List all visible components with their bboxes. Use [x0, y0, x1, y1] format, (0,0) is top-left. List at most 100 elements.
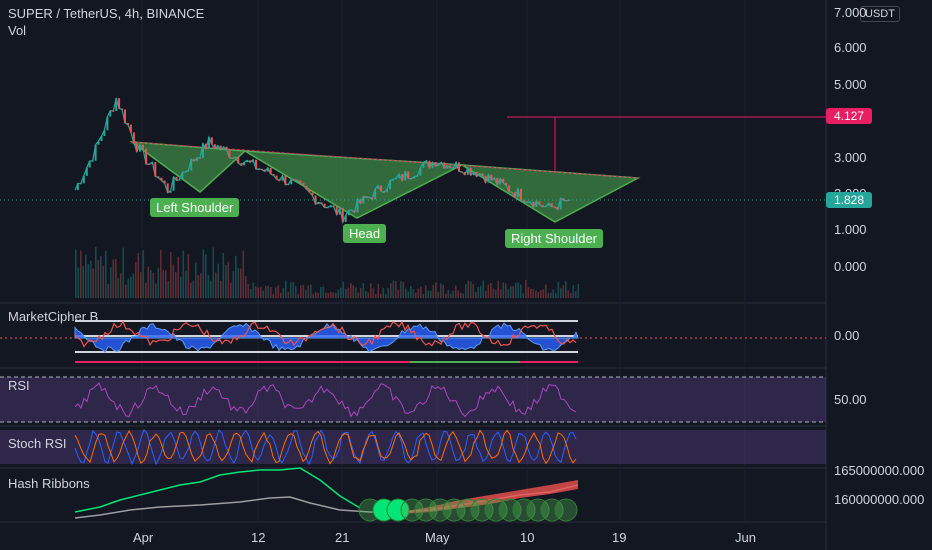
- volume-bar: [462, 293, 465, 298]
- volume-bar: [375, 294, 377, 298]
- volume-bar: [295, 286, 297, 298]
- candle: [502, 178, 505, 183]
- volume-bar: [232, 270, 235, 298]
- candle: [529, 202, 532, 203]
- volume-bar: [445, 293, 447, 298]
- volume-bar: [437, 292, 440, 298]
- candle: [449, 165, 452, 168]
- volume-bar: [322, 286, 325, 298]
- volume-bar: [267, 285, 270, 298]
- candle: [190, 159, 193, 171]
- volume-bar: [227, 261, 230, 298]
- volume-bar: [117, 278, 120, 298]
- volume-bar: [520, 284, 522, 298]
- candle: [257, 169, 260, 170]
- x-tick: 12: [251, 530, 266, 545]
- volume-bar: [77, 267, 80, 298]
- volume-bar: [537, 291, 540, 298]
- volume-bars: [75, 247, 580, 298]
- candle: [129, 124, 132, 133]
- head-label: Head: [343, 224, 387, 243]
- volume-bar: [240, 268, 242, 298]
- marketcipher-axis: 0.00: [834, 328, 860, 343]
- volume-bar: [245, 276, 247, 298]
- volume-bar: [357, 292, 360, 298]
- candle: [472, 172, 475, 176]
- hash-axis-bottom: 160000000.000: [834, 492, 925, 507]
- candle: [413, 176, 416, 179]
- candle: [368, 197, 371, 199]
- candle: [272, 174, 275, 176]
- volume-bar: [75, 249, 77, 298]
- candle: [160, 177, 163, 181]
- candle: [437, 164, 440, 167]
- candle: [154, 162, 157, 177]
- volume-bar: [402, 281, 405, 298]
- right-shoulder-label: Right Shoulder: [505, 229, 603, 248]
- candle: [428, 160, 431, 169]
- candle: [469, 167, 472, 176]
- candle: [210, 137, 213, 145]
- candle: [237, 157, 240, 164]
- x-tick: Apr: [133, 530, 154, 545]
- candle: [281, 175, 284, 181]
- volume-bar: [250, 289, 252, 298]
- x-tick: May: [425, 530, 450, 545]
- volume-bar: [507, 289, 510, 298]
- candle: [269, 167, 272, 175]
- volume-bar: [247, 284, 250, 298]
- price-tick: 7.000: [834, 5, 867, 20]
- volume-bar: [360, 288, 362, 298]
- candle: [446, 165, 449, 169]
- chart-canvas[interactable]: [0, 0, 932, 550]
- volume-bar: [440, 283, 442, 298]
- candle: [422, 162, 425, 168]
- volume-bar: [362, 283, 365, 298]
- candle: [151, 162, 154, 165]
- candle: [266, 167, 269, 172]
- volume-bar: [135, 262, 137, 298]
- candle: [452, 167, 455, 169]
- volume-bar: [157, 267, 160, 298]
- candle: [284, 175, 287, 185]
- candle: [365, 196, 368, 198]
- candle: [287, 184, 290, 186]
- candle: [538, 201, 541, 205]
- volume-bar: [180, 276, 182, 298]
- candle: [135, 143, 138, 152]
- candle: [484, 175, 487, 183]
- volume-bar: [530, 288, 532, 298]
- volume-bar: [225, 264, 227, 298]
- volume-bar: [330, 291, 332, 298]
- candle: [335, 206, 338, 215]
- candle: [410, 178, 413, 180]
- x-tick: 10: [520, 530, 535, 545]
- candle: [148, 164, 151, 165]
- volume-bar: [255, 286, 257, 298]
- volume-bar: [525, 280, 527, 298]
- candle: [240, 163, 243, 166]
- candle: [115, 98, 118, 111]
- candle: [138, 144, 141, 152]
- volume-bar: [140, 272, 142, 298]
- x-tick: 19: [612, 530, 627, 545]
- volume-bar: [100, 256, 102, 298]
- candle: [88, 161, 91, 168]
- candle: [127, 123, 129, 125]
- rsi-pane: [0, 376, 826, 423]
- volume-bar: [80, 250, 82, 298]
- candle: [275, 175, 278, 180]
- volume-bar: [310, 284, 312, 298]
- volume-bar: [567, 290, 570, 298]
- volume-bar: [290, 282, 292, 298]
- volume-bar: [302, 285, 305, 298]
- candle: [516, 188, 519, 198]
- target-price-tag: 4.127: [826, 108, 873, 124]
- volume-bar: [162, 269, 165, 298]
- candle: [338, 207, 341, 215]
- volume-bar: [412, 289, 415, 298]
- volume-bar: [562, 285, 565, 298]
- volume-bar: [450, 293, 452, 298]
- candle: [461, 171, 463, 173]
- volume-bar: [297, 293, 300, 298]
